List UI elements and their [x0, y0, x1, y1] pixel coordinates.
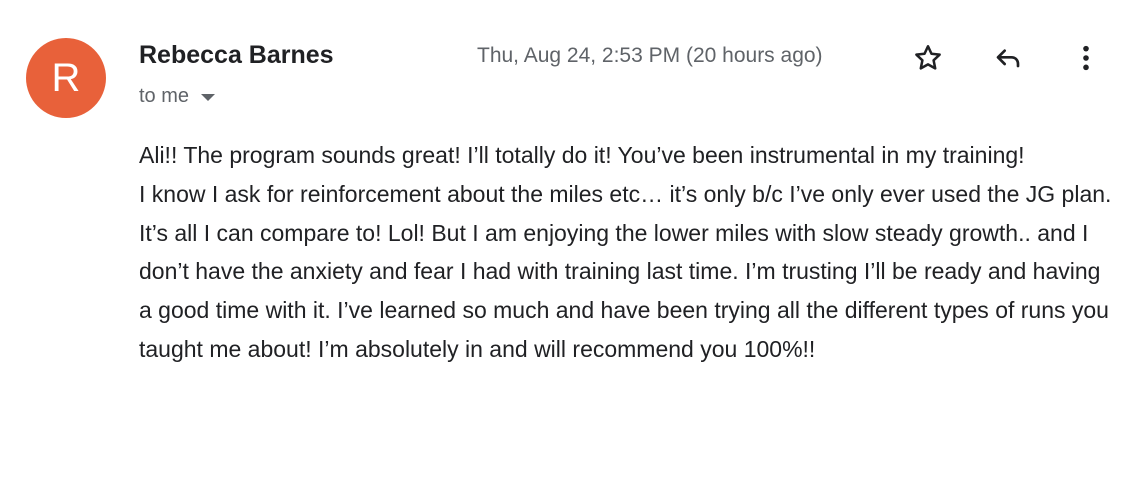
message-paragraph: It’s all I can compare to! Lol! But I am…	[139, 219, 1109, 362]
star-icon	[915, 45, 941, 70]
chevron-down-icon	[201, 94, 216, 101]
recipient-details-toggle[interactable]: to me	[139, 85, 216, 108]
sender-avatar[interactable]: R	[26, 38, 106, 118]
star-button[interactable]	[908, 38, 948, 78]
message-timestamp: Thu, Aug 24, 2:53 PM (20 hours ago)	[477, 44, 823, 67]
reply-icon	[996, 49, 1020, 68]
avatar-letter: R	[51, 55, 81, 100]
recipient-label: to me	[139, 85, 190, 107]
sender-name: Rebecca Barnes	[139, 41, 334, 69]
more-vert-icon	[1083, 45, 1089, 71]
more-options-button[interactable]	[1066, 38, 1106, 78]
message-body: Ali!! The program sounds great! I’ll tot…	[139, 136, 1114, 369]
reply-button[interactable]	[988, 38, 1028, 78]
message-paragraph: Ali!! The program sounds great! I’ll tot…	[139, 142, 1025, 168]
message-paragraph: I know I ask for reinforcement about the…	[139, 180, 1112, 207]
